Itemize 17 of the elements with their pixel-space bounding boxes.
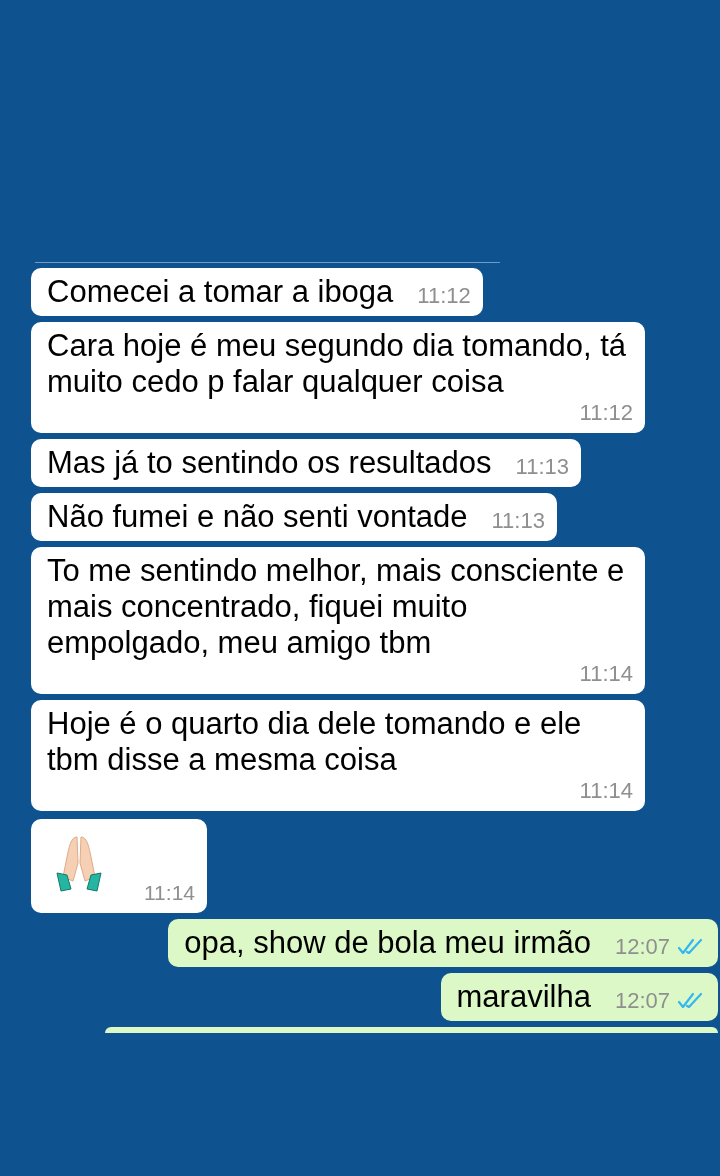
message-text: To me sentindo melhor, mais consciente e mais concentrado, fiquei muito empolgado, meu amigo tbm — [47, 553, 626, 661]
message-time: 11:12 — [417, 283, 471, 309]
message-time: 11:13 — [515, 454, 569, 480]
message-time: 11:13 — [491, 508, 545, 534]
message-text: Mas já to sentindo os resultados — [47, 445, 492, 481]
message-text: Hoje é o quarto dia dele tomando e ele tbm disse a mesma coisa — [47, 706, 583, 778]
message-text: Não fumei e não senti vontade — [47, 499, 468, 535]
message-time: 11:14 — [579, 661, 633, 687]
message-text: opa, show de bola meu irmão — [184, 925, 591, 961]
message-time: 12:07 — [614, 988, 670, 1014]
message-time: 11:14 — [144, 880, 195, 906]
message-time: 12:07 — [614, 934, 670, 960]
message-time: 11:12 — [579, 400, 633, 426]
message-time: 11:14 — [579, 778, 633, 804]
message-text: Comecei a tomar a iboga — [47, 274, 394, 310]
message-text: maravilha — [456, 979, 591, 1015]
message-text: Cara hoje é meu segundo dia tomando, tá muito cedo p falar qualquer coisa — [47, 328, 628, 400]
